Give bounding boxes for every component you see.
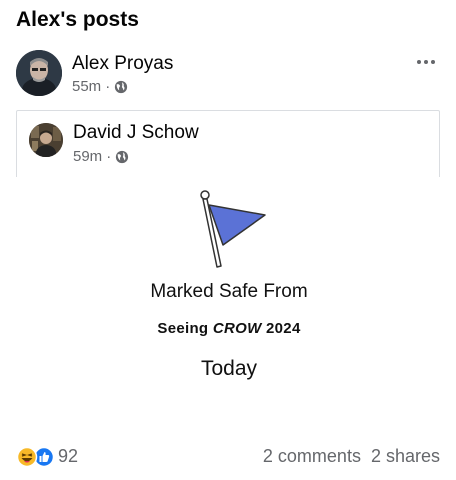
post-author-name[interactable]: Alex Proyas bbox=[72, 53, 173, 75]
meta-separator: · bbox=[105, 78, 111, 95]
flag-icon bbox=[200, 190, 266, 268]
reaction-count[interactable]: 92 bbox=[58, 446, 78, 467]
more-dots-icon bbox=[417, 60, 421, 64]
post-meta: 55m · bbox=[72, 78, 128, 95]
meta-separator: · bbox=[106, 148, 112, 165]
shared-post-time[interactable]: 59m bbox=[73, 148, 102, 165]
author-avatar[interactable] bbox=[16, 50, 62, 96]
page-title: Alex's posts bbox=[16, 8, 139, 31]
like-icon bbox=[33, 446, 55, 468]
marked-safe-subject: Seeing CROW 2024 bbox=[1, 320, 456, 337]
marked-safe-heading: Marked Safe From bbox=[150, 281, 308, 302]
globe-icon bbox=[115, 80, 128, 93]
subject-prefix: Seeing bbox=[157, 320, 213, 337]
shared-post-meta: 59m · bbox=[73, 148, 129, 165]
haha-icon bbox=[16, 446, 38, 468]
post-header: Alex Proyas 55m · bbox=[16, 50, 440, 100]
post-stats: 2 comments 2 shares bbox=[263, 446, 440, 467]
marked-safe-date: Today bbox=[200, 357, 258, 380]
post-time[interactable]: 55m bbox=[72, 78, 101, 95]
shared-author-avatar[interactable] bbox=[29, 123, 63, 157]
reaction-icons[interactable] bbox=[16, 446, 56, 468]
shared-post-card[interactable]: David J Schow 59m · Marked Safe From See… bbox=[1, 110, 456, 433]
comments-count[interactable]: 2 comments bbox=[263, 446, 361, 467]
globe-icon bbox=[116, 150, 129, 163]
subject-suffix: 2024 bbox=[261, 320, 301, 337]
shared-post-author-name[interactable]: David J Schow bbox=[73, 122, 199, 144]
shares-count[interactable]: 2 shares bbox=[371, 446, 440, 467]
shared-post-header: David J Schow 59m · bbox=[17, 111, 439, 179]
reactions-bar: 92 2 comments 2 shares bbox=[16, 444, 440, 470]
more-options-button[interactable] bbox=[412, 52, 440, 72]
marked-safe-image[interactable]: Marked Safe From Seeing CROW 2024 Today bbox=[1, 177, 456, 433]
subject-emphasis: CROW bbox=[212, 320, 262, 337]
